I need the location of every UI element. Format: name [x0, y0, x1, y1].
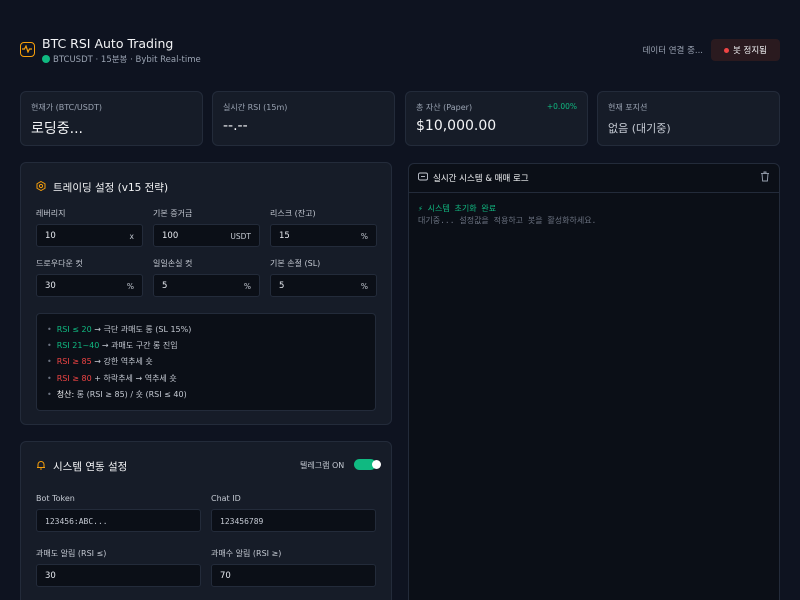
rsi-label: 실시간 RSI (15m): [223, 103, 288, 112]
leverage-input[interactable]: 10 x: [36, 224, 143, 247]
stopped-dot-icon: [724, 47, 729, 53]
position-value: 없음 (대기중): [608, 122, 671, 135]
bot-token-input[interactable]: 123456:ABC...: [36, 509, 201, 532]
log-line-init: ⚡ 시스템 초기화 완료: [418, 204, 497, 213]
daily-loss-value: 5: [162, 281, 168, 291]
drawdown-value: 30: [45, 281, 56, 291]
toggle-knob: [372, 460, 381, 469]
bell-icon: [37, 461, 45, 470]
daily-loss-unit: %: [243, 282, 251, 291]
rule-action: + 하락추세 → 역추세 숏: [91, 374, 177, 383]
oversold-alert-value: 30: [45, 571, 56, 581]
chat-id-input[interactable]: 123456789: [211, 509, 376, 532]
chat-id-label: Chat ID: [211, 494, 241, 503]
rule-condition: 청산:: [56, 390, 75, 399]
margin-unit: USDT: [230, 232, 251, 241]
drawdown-input[interactable]: 30%: [36, 274, 143, 297]
rule-condition: RSI ≤ 20: [56, 325, 92, 334]
app-title: BTC RSI Auto Trading: [42, 36, 174, 51]
risk-unit: %: [360, 232, 368, 241]
overbought-alert-value: 70: [220, 571, 231, 581]
risk-input[interactable]: 15%: [270, 224, 377, 247]
strategy-rule: • RSI ≥ 85 → 강한 역추세 숏: [47, 357, 153, 366]
log-panel: [408, 163, 780, 600]
rule-action: → 극단 과매도 롱 (SL 15%): [91, 325, 192, 334]
rule-action: 롱 (RSI ≥ 85) / 숏 (RSI ≤ 40): [74, 390, 187, 399]
price-card: 현재가 (BTC/USDT) 로딩중...: [20, 91, 203, 146]
activity-icon: [20, 42, 35, 57]
strategy-rule: • RSI ≥ 80 + 하락추세 → 역추세 숏: [47, 374, 177, 383]
system-settings-title: 시스템 연동 설정: [53, 461, 128, 473]
overbought-alert-input[interactable]: 70: [211, 564, 376, 587]
balance-card: 총 자산 (Paper) +0.00% $10,000.00: [405, 91, 588, 146]
balance-label: 총 자산 (Paper): [416, 103, 473, 112]
risk-label: 리스크 (잔고): [270, 209, 316, 218]
stop-loss-value: 5: [279, 281, 285, 291]
app-header: BTC RSI Auto Trading BTCUSDT · 15분봉 · By…: [20, 36, 780, 66]
strategy-rules: • RSI ≤ 20 → 극단 과매도 롱 (SL 15%) • RSI 21~40…: [36, 313, 376, 411]
stop-loss-unit: %: [360, 282, 368, 291]
drawdown-unit: %: [126, 282, 134, 291]
chat-id-value: 123456789: [220, 517, 264, 526]
leverage-value: 10: [45, 231, 56, 241]
rule-action: → 강한 역추세 숏: [91, 357, 153, 366]
terminal-icon: [418, 172, 428, 181]
status-dot-icon: [42, 55, 50, 63]
log-header: 실시간 시스템 & 매매 로그: [408, 163, 780, 193]
app-subtitle: BTCUSDT · 15분봉 · Bybit Real-time: [42, 53, 201, 65]
stop-loss-label: 기본 손절 (SL): [270, 259, 321, 268]
oversold-alert-label: 과매도 알림 (RSI ≤): [36, 549, 107, 558]
leverage-unit: x: [129, 232, 134, 241]
telegram-toggle[interactable]: [354, 459, 381, 470]
gear-icon: [36, 181, 46, 191]
bot-status-label: 봇 정지됨: [733, 46, 767, 56]
margin-label: 기본 증거금: [153, 209, 193, 218]
rsi-card: 실시간 RSI (15m) --.--: [212, 91, 395, 146]
daily-loss-input[interactable]: 5%: [153, 274, 260, 297]
margin-value: 100: [162, 231, 179, 241]
position-label: 현재 포지션: [608, 103, 648, 112]
log-title: 실시간 시스템 & 매매 로그: [433, 174, 529, 184]
daily-loss-label: 일일손실 컷: [153, 259, 193, 268]
strategy-rule: • RSI ≤ 20 → 극단 과매도 롱 (SL 15%): [47, 325, 192, 334]
trading-settings-title: 트레이딩 설정 (v15 전략): [53, 182, 169, 194]
leverage-label: 레버리지: [36, 209, 66, 218]
stop-loss-input[interactable]: 5%: [270, 274, 377, 297]
market-info: BTCUSDT · 15분봉 · Bybit Real-time: [53, 55, 201, 65]
oversold-alert-input[interactable]: 30: [36, 564, 201, 587]
overbought-alert-label: 과매수 알림 (RSI ≥): [211, 549, 282, 558]
bot-status-button[interactable]: 봇 정지됨: [711, 39, 780, 61]
risk-value: 15: [279, 231, 290, 241]
balance-value: $10,000.00: [416, 118, 497, 134]
rsi-value: --.--: [223, 118, 248, 134]
telegram-toggle-label: 텔레그램 ON: [300, 461, 345, 470]
bot-token-label: Bot Token: [36, 494, 75, 503]
price-value: 로딩중...: [31, 121, 83, 137]
rule-action: → 과매도 구간 롱 진입: [99, 341, 178, 350]
trash-icon[interactable]: [760, 171, 770, 182]
margin-input[interactable]: 100 USDT: [153, 224, 260, 247]
bot-token-value: 123456:ABC...: [45, 517, 108, 526]
position-card: 현재 포지션 없음 (대기중): [597, 91, 780, 146]
balance-change: +0.00%: [546, 102, 577, 111]
price-label: 현재가 (BTC/USDT): [31, 103, 103, 112]
rule-condition: RSI 21~40: [56, 341, 100, 350]
rule-condition: RSI ≥ 85: [56, 357, 92, 366]
log-line-waiting: 대기중... 설정값을 적용하고 봇을 활성화하세요.: [418, 216, 597, 225]
connection-status: 데이터 연결 중...: [642, 46, 703, 56]
rule-condition: RSI ≥ 80: [56, 374, 92, 383]
strategy-rule: • RSI 21~40 → 과매도 구간 롱 진입: [47, 341, 178, 350]
strategy-rule: • 청산: 롱 (RSI ≥ 85) / 숏 (RSI ≤ 40): [47, 390, 187, 399]
drawdown-label: 드로우다운 컷: [36, 259, 83, 268]
